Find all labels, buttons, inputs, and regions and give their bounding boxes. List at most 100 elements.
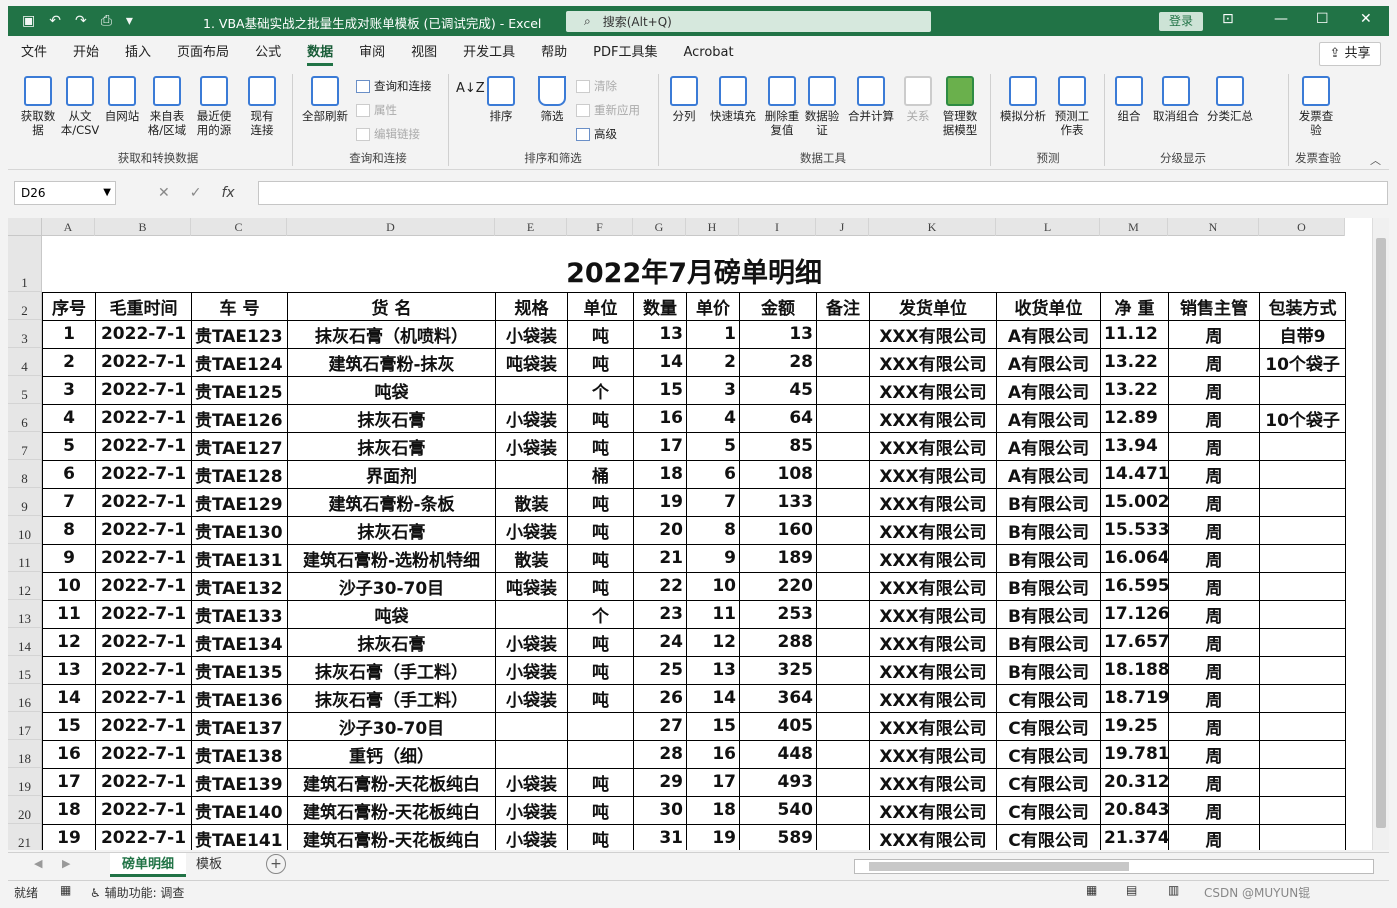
worksheet-grid[interactable]: ABCDEFGHIJKLMNO 1 2 3 4 5 6 7 8 9 10 11 12 13 14 15 16 1…	[8, 218, 1389, 850]
cell[interactable]: 2022-7-1	[95, 823, 192, 850]
cell[interactable]: 25	[633, 655, 687, 685]
cell[interactable]: 189	[739, 543, 817, 573]
cell[interactable]: 贵TAE123	[191, 319, 288, 349]
cell[interactable]	[1258, 487, 1347, 517]
cell[interactable]: 11.12	[1100, 319, 1169, 349]
cell[interactable]: 405	[739, 711, 817, 741]
tab-file[interactable]: 文件	[8, 36, 60, 70]
cell[interactable]: 建筑石膏粉-天花板纯白	[287, 795, 496, 825]
cell[interactable]: 16.595	[1100, 571, 1169, 601]
cell[interactable]: 贵TAE127	[191, 431, 288, 461]
from-text-button[interactable]: 从文本/CSV	[60, 76, 100, 137]
cell[interactable]: C有限公司	[996, 767, 1101, 797]
cell[interactable]: 吨	[567, 627, 634, 657]
row-header[interactable]: 16	[8, 684, 41, 712]
cell[interactable]: 364	[739, 683, 817, 713]
tab-review[interactable]: 审阅	[346, 36, 398, 70]
cell[interactable]: 吨	[567, 515, 634, 545]
column-header[interactable]: O	[1259, 218, 1345, 236]
cell[interactable]: 周	[1168, 431, 1260, 461]
cell[interactable]: 288	[739, 627, 817, 657]
cell[interactable]: 13	[686, 655, 740, 685]
cell[interactable]: 13.22	[1100, 347, 1169, 377]
cell[interactable]: 吨袋装	[495, 571, 568, 601]
row-header[interactable]: 21	[8, 824, 41, 850]
cell[interactable]: 1	[42, 319, 96, 349]
column-header[interactable]: L	[996, 218, 1100, 236]
print-preview-icon[interactable]: ⎙	[101, 13, 112, 29]
cell[interactable]	[816, 431, 870, 461]
header-cell[interactable]: 数量	[633, 291, 687, 321]
advanced-filter-button[interactable]: 高级	[576, 126, 617, 142]
cell[interactable]	[816, 683, 870, 713]
from-web-button[interactable]: 自网站	[104, 76, 140, 123]
cell[interactable]: XXX有限公司	[869, 431, 997, 461]
hscroll-thumb[interactable]	[869, 862, 1129, 871]
cell[interactable]: 2022-7-1	[95, 767, 192, 797]
cell[interactable]: 2022-7-1	[95, 375, 192, 405]
cell[interactable]	[1258, 571, 1347, 601]
cell[interactable]: 贵TAE129	[191, 487, 288, 517]
cell[interactable]: 18.719	[1100, 683, 1169, 713]
column-header[interactable]: C	[191, 218, 287, 236]
cell[interactable]: 6	[686, 459, 740, 489]
column-header[interactable]: E	[495, 218, 567, 236]
cell[interactable]: 小袋装	[495, 655, 568, 685]
cell[interactable]	[816, 599, 870, 629]
cell[interactable]: 2022-7-1	[95, 683, 192, 713]
cell[interactable]: 周	[1168, 487, 1260, 517]
row-header[interactable]: 9	[8, 488, 41, 516]
sheet-tab-template[interactable]: 模板	[184, 853, 234, 877]
cell[interactable]: XXX有限公司	[869, 543, 997, 573]
cell[interactable]: 重钙（细）	[287, 739, 496, 769]
tab-formulas[interactable]: 公式	[242, 36, 294, 70]
cell[interactable]: 建筑石膏粉-天花板纯白	[287, 823, 496, 850]
cell[interactable]	[495, 599, 568, 629]
cell[interactable]	[816, 571, 870, 601]
manage-data-model-button[interactable]: 管理数据模型	[938, 76, 982, 137]
row-header[interactable]: 19	[8, 768, 41, 796]
cell[interactable]	[816, 487, 870, 517]
cell[interactable]: 28	[739, 347, 817, 377]
header-cell[interactable]: 包装方式	[1258, 291, 1347, 321]
invoice-check-button[interactable]: 发票查验	[1296, 76, 1336, 137]
cell[interactable]: 贵TAE139	[191, 767, 288, 797]
cell[interactable]: 26	[633, 683, 687, 713]
cell[interactable]: 28	[633, 739, 687, 769]
cell[interactable]: 325	[739, 655, 817, 685]
remove-duplicates-button[interactable]: 删除重复值	[764, 76, 800, 137]
cell[interactable]: 11	[686, 599, 740, 629]
cell[interactable]	[1258, 795, 1347, 825]
cell[interactable]: XXX有限公司	[869, 319, 997, 349]
cell[interactable]	[567, 739, 634, 769]
cell[interactable]: 9	[686, 543, 740, 573]
cell[interactable]	[495, 711, 568, 741]
cell[interactable]: 周	[1168, 375, 1260, 405]
cell[interactable]: 20.312	[1100, 767, 1169, 797]
cell[interactable]: A有限公司	[996, 375, 1101, 405]
cell[interactable]: 抹灰石膏	[287, 403, 496, 433]
cell[interactable]: B有限公司	[996, 515, 1101, 545]
cell[interactable]: 周	[1168, 655, 1260, 685]
cell[interactable]: 2022-7-1	[95, 347, 192, 377]
customize-toolbar-icon[interactable]: ▾	[126, 13, 133, 29]
cell[interactable]: XXX有限公司	[869, 683, 997, 713]
cell[interactable]: 13	[633, 319, 687, 349]
macro-record-icon[interactable]: ▦	[60, 883, 71, 897]
cell[interactable]: 沙子30-70目	[287, 571, 496, 601]
column-header[interactable]: N	[1168, 218, 1259, 236]
cell[interactable]: 12	[42, 627, 96, 657]
horizontal-scrollbar[interactable]	[854, 859, 1374, 874]
cell[interactable]: 17	[42, 767, 96, 797]
column-header[interactable]: F	[567, 218, 633, 236]
cell[interactable]: XXX有限公司	[869, 375, 997, 405]
cell[interactable]: 周	[1168, 795, 1260, 825]
cell[interactable]	[816, 403, 870, 433]
cell[interactable]: 85	[739, 431, 817, 461]
cell[interactable]: B有限公司	[996, 627, 1101, 657]
edit-links-button[interactable]: 编辑链接	[356, 126, 420, 142]
row-header[interactable]: 5	[8, 376, 41, 404]
cell[interactable]: 小袋装	[495, 515, 568, 545]
cell[interactable]: XXX有限公司	[869, 627, 997, 657]
cell[interactable]: 自带9	[1258, 319, 1347, 349]
